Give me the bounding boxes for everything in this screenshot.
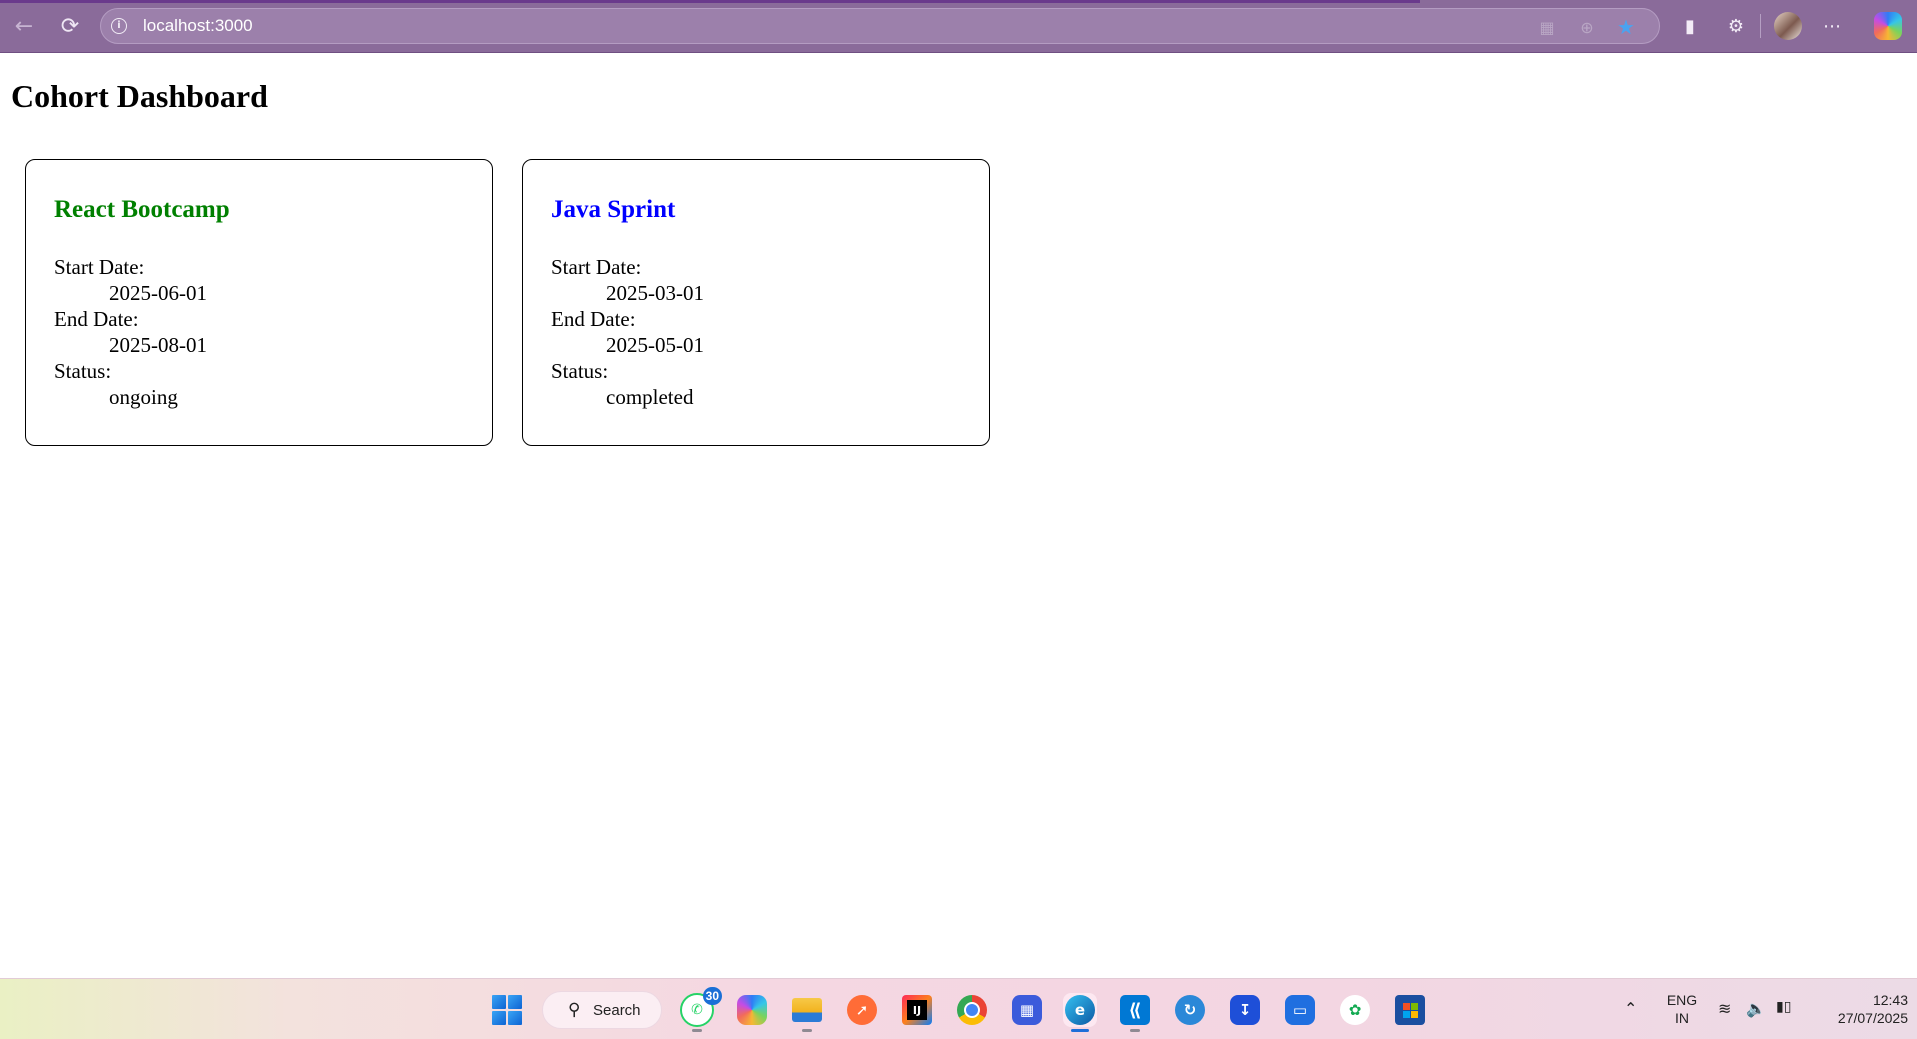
status-value: ongoing xyxy=(109,385,178,409)
start-date-label: Start Date: xyxy=(54,255,145,279)
clock-date: 27/07/2025 xyxy=(1837,1010,1908,1026)
cohort-name: React Bootcamp xyxy=(54,196,230,223)
mongodb-icon[interactable]: ✿ xyxy=(1338,993,1372,1027)
start-date-value: 2025-03-01 xyxy=(606,281,704,305)
running-indicator xyxy=(1130,1029,1140,1032)
clock[interactable]: 12:43 27/07/2025 xyxy=(1812,991,1908,1027)
postman-icon[interactable]: ➚ xyxy=(845,993,879,1027)
teams-like-app-icon[interactable]: ▦ xyxy=(1010,993,1044,1027)
windows-start-icon[interactable] xyxy=(492,995,522,1025)
back-arrow-icon[interactable]: ← xyxy=(8,10,40,42)
running-indicator xyxy=(1071,1029,1089,1032)
cohort-details: Start Date: 2025-03-01 End Date: 2025-05… xyxy=(551,254,704,410)
search-icon: ⚲ xyxy=(568,1000,581,1020)
chevron-up-icon[interactable]: ⌃ xyxy=(1624,999,1637,1018)
notification-badge: 30 xyxy=(702,987,722,1005)
intellij-icon[interactable]: IJ xyxy=(900,993,934,1027)
microsoft-store-icon[interactable] xyxy=(1393,993,1427,1027)
running-indicator xyxy=(802,1029,812,1032)
url-text[interactable]: localhost:3000 xyxy=(143,16,253,36)
page-title: Cohort Dashboard xyxy=(11,78,268,114)
clock-time: 12:43 xyxy=(1872,992,1908,1008)
language-indicator[interactable]: ENG IN xyxy=(1664,991,1700,1027)
start-date-label: Start Date: xyxy=(551,255,642,279)
file-explorer-icon[interactable] xyxy=(790,993,824,1032)
chrome-icon[interactable] xyxy=(955,993,989,1027)
favorite-star-icon[interactable]: ★ xyxy=(1616,15,1636,39)
extensions-icon[interactable]: ⚙ xyxy=(1722,12,1750,40)
browser-toolbar: ← ⟳ i localhost:3000 ▦ ⊕ ★ ▮ ⚙ ⋯ xyxy=(0,0,1917,53)
status-label: Status: xyxy=(54,359,112,383)
more-options-icon[interactable]: ⋯ xyxy=(1818,12,1846,40)
address-bar[interactable]: i localhost:3000 ▦ ⊕ ★ xyxy=(100,8,1660,44)
split-screen-icon[interactable]: ▮ xyxy=(1676,12,1704,40)
search-label: Search xyxy=(593,1002,641,1019)
start-date-value: 2025-06-01 xyxy=(109,281,207,305)
tab-strip-accent xyxy=(0,0,1420,3)
edge-icon[interactable]: e xyxy=(1063,993,1097,1032)
cohort-card: Java Sprint Start Date: 2025-03-01 End D… xyxy=(522,159,990,446)
region-code: IN xyxy=(1675,1010,1689,1026)
download-app-icon[interactable]: ↧ xyxy=(1228,993,1262,1027)
site-info-icon[interactable]: i xyxy=(111,18,127,34)
end-date-value: 2025-05-01 xyxy=(606,333,704,357)
profile-avatar[interactable] xyxy=(1774,12,1802,40)
taskbar: ⚲ Search ✆ 30 ➚ IJ ▦ e ⟪ ↻ ↧ ▭ ✿ ⌃ ENG I… xyxy=(0,978,1917,1039)
phone-link-icon[interactable]: ▭ xyxy=(1283,993,1317,1027)
wifi-icon[interactable]: ≋ xyxy=(1718,999,1731,1018)
battery-icon[interactable]: ▮▯ xyxy=(1776,999,1791,1015)
zoom-icon[interactable]: ⊕ xyxy=(1577,17,1597,37)
status-value: completed xyxy=(606,385,694,409)
cohort-card: React Bootcamp Start Date: 2025-06-01 En… xyxy=(25,159,493,446)
end-date-label: End Date: xyxy=(54,307,139,331)
copilot-app-icon[interactable] xyxy=(735,993,769,1027)
status-label: Status: xyxy=(551,359,609,383)
cohort-details: Start Date: 2025-06-01 End Date: 2025-08… xyxy=(54,254,207,410)
running-indicator xyxy=(692,1029,702,1032)
sync-app-icon[interactable]: ↻ xyxy=(1173,993,1207,1027)
copilot-icon[interactable] xyxy=(1874,12,1902,40)
app-available-icon[interactable]: ▦ xyxy=(1537,17,1557,37)
vscode-icon[interactable]: ⟪ xyxy=(1118,993,1152,1032)
taskbar-search[interactable]: ⚲ Search xyxy=(542,991,662,1029)
end-date-label: End Date: xyxy=(551,307,636,331)
speaker-muted-icon[interactable]: 🔈 xyxy=(1746,999,1766,1018)
toolbar-divider xyxy=(1760,14,1761,38)
reload-icon[interactable]: ⟳ xyxy=(54,10,86,42)
cohort-name: Java Sprint xyxy=(551,196,676,223)
end-date-value: 2025-08-01 xyxy=(109,333,207,357)
language-code: ENG xyxy=(1666,992,1698,1008)
whatsapp-icon[interactable]: ✆ 30 xyxy=(680,987,722,1032)
